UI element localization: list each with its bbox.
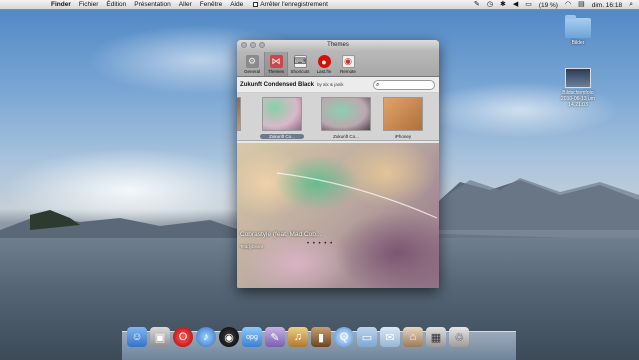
bowtie-icon: ⋈ (269, 55, 283, 68)
quicktime-icon[interactable]: Q (334, 327, 354, 347)
clock[interactable]: dim. 16:18 (592, 2, 622, 9)
themes-window: Themes ⚙ General ⋈ Themes ⌨ Shortcuts ● … (237, 40, 439, 288)
app-opg-icon[interactable]: opg (242, 327, 262, 347)
remote-icon: ◉ (341, 55, 355, 68)
zoom-button[interactable] (259, 42, 265, 48)
theme-thumbnail[interactable] (383, 97, 423, 131)
window-controls (241, 42, 265, 48)
tab-themes[interactable]: ⋈ Themes (264, 52, 288, 76)
apple-menu-icon[interactable] (38, 1, 45, 9)
tab-remote[interactable]: ◉ Remote (336, 52, 360, 76)
rating-dots[interactable]: • • • • • (307, 241, 333, 247)
keyboard-icon: ⌨ (293, 55, 307, 68)
stop-recording-icon (253, 2, 259, 7)
menu-finder[interactable]: Finder (51, 1, 71, 8)
tab-label: General (243, 69, 260, 74)
mail-icon[interactable]: ✉ (380, 327, 400, 347)
track-title: Cobrastyle (feat. Mad Cob... (240, 231, 322, 238)
theme-name: Zukunft Condensed Black (240, 81, 315, 88)
opera-icon[interactable]: O (173, 327, 193, 347)
folder-icon[interactable]: ▭ (357, 327, 377, 347)
tab-lastfm[interactable]: ● Last.fm (312, 52, 336, 76)
tab-label: Last.fm (316, 69, 332, 74)
trash-icon[interactable]: ♲ (449, 327, 469, 347)
theme-thumbnail-label: Zukunft Co... (260, 134, 304, 139)
script-menu-icon[interactable]: ✎ (474, 0, 480, 10)
wifi-icon[interactable]: ◠ (565, 0, 571, 10)
dock: ☺ ▣ O ♪ ◉ opg ✎ ♫ ▮ Q ▭ ✉ ⌂ ▦ ♲ (127, 327, 469, 347)
theme-thumbnail-label: Zukunft Co... (333, 134, 359, 139)
time-machine-icon[interactable]: ◷ (487, 0, 493, 10)
tab-general[interactable]: ⚙ General (240, 52, 264, 76)
tab-shortcuts[interactable]: ⌨ Shortcuts (288, 52, 312, 76)
menu-aller[interactable]: Aller (179, 1, 192, 8)
script-editor-icon[interactable]: ✎ (265, 327, 285, 347)
theme-thumbnail[interactable] (321, 97, 371, 131)
theme-header: Zukunft Condensed Black by alx & janik ⌕ (237, 77, 439, 93)
menu-edition[interactable]: Édition (106, 1, 126, 8)
track-artist: Teddybears (240, 244, 264, 249)
light-streak (276, 172, 438, 219)
menu-fenetre[interactable]: Fenêtre (200, 1, 222, 8)
stop-recording-item[interactable]: Arrêter l'enregistrement (253, 1, 328, 8)
theme-thumbnail[interactable] (262, 97, 302, 131)
preferences-toolbar: ⚙ General ⋈ Themes ⌨ Shortcuts ● Last.fm… (237, 51, 439, 77)
menu-bar: Finder Fichier Édition Présentation Alle… (0, 0, 639, 10)
bluetooth-icon[interactable]: ✱ (500, 0, 506, 10)
calculator-icon[interactable]: ▦ (426, 327, 446, 347)
menu-presentation[interactable]: Présentation (134, 1, 171, 8)
desktop-icon-label: Bildschirmfoto 2010-06-13 um 14.21.03 (561, 90, 595, 108)
close-button[interactable] (241, 42, 247, 48)
firewire-icon[interactable]: ▮ (311, 327, 331, 347)
screen: Finder Fichier Édition Présentation Alle… (0, 0, 639, 360)
home-icon[interactable]: ⌂ (403, 327, 423, 347)
folder-icon (565, 15, 591, 38)
preview-icon[interactable]: ▣ (150, 327, 170, 347)
spotlight-icon[interactable]: ⌕ (629, 0, 633, 10)
window-titlebar[interactable]: Themes (237, 40, 439, 51)
search-icon: ⌕ (376, 81, 380, 88)
tab-label: Shortcuts (290, 69, 310, 74)
lastfm-icon: ● (317, 55, 331, 68)
switch-icon: ⚙ (245, 55, 259, 68)
volume-icon[interactable]: ◀ (513, 0, 518, 10)
theme-author: by alx & janik (317, 82, 344, 87)
minimize-button[interactable] (250, 42, 256, 48)
itunes-icon[interactable]: ♪ (196, 327, 216, 347)
camera-icon[interactable]: ◉ (219, 327, 239, 347)
theme-search-input[interactable]: ⌕ (373, 80, 435, 90)
screenshot-file-icon (565, 68, 591, 88)
menu-extras: ✎ ◷ ✱ ◀ ▭ (19 %) ◠ ▤ dim. 16:18 ⌕ (474, 0, 633, 10)
window-title: Themes (327, 42, 349, 48)
menu-fichier[interactable]: Fichier (79, 1, 99, 8)
stop-recording-label: Arrêter l'enregistrement (260, 1, 328, 8)
desktop-folder-bilder[interactable]: Bilder (556, 15, 600, 46)
theme-preview: Cobrastyle (feat. Mad Cob... • • • • • T… (237, 143, 439, 288)
tab-label: Remote (340, 69, 356, 74)
input-flag-icon[interactable]: ▤ (578, 0, 585, 10)
tab-label: Themes (267, 69, 285, 74)
menu-aide[interactable]: Aide (230, 1, 243, 8)
desktop-screenshot-file[interactable]: Bildschirmfoto 2010-06-13 um 14.21.03 (556, 68, 600, 108)
theme-thumbnail-partial[interactable] (237, 97, 241, 131)
battery-percent: (19 %) (538, 1, 558, 9)
finder-icon[interactable]: ☺ (127, 327, 147, 347)
theme-carousel: Zukunft Co... Zukunft Co... iPhoney (237, 93, 439, 141)
battery-icon[interactable]: ▭ (525, 0, 532, 10)
guitar-icon[interactable]: ♫ (288, 327, 308, 347)
theme-thumbnail-label: iPhoney (394, 134, 412, 139)
desktop-icon-label: Bilder (571, 40, 585, 46)
